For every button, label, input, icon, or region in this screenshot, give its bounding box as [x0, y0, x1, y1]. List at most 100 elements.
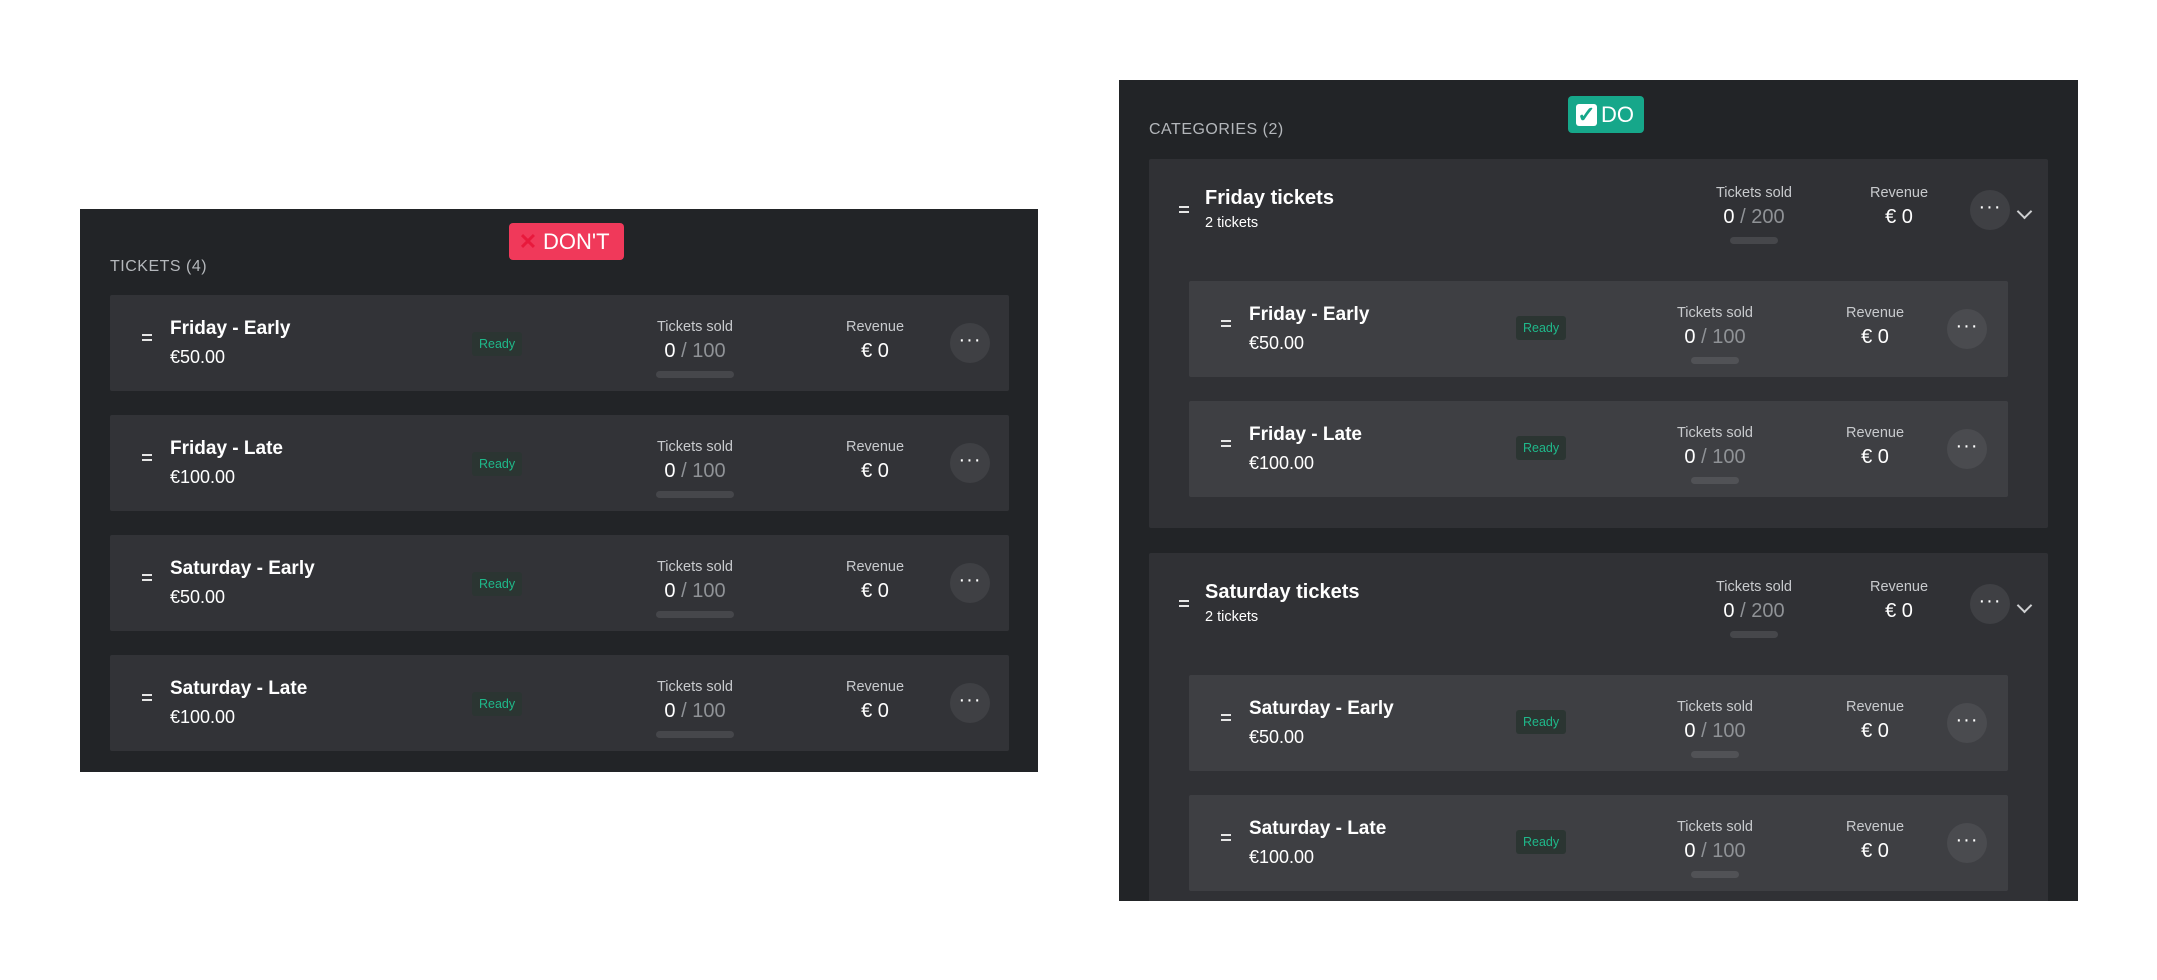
tickets-sold-metric: Tickets sold 0 / 100 [1650, 305, 1780, 364]
drag-handle-icon[interactable] [1179, 203, 1190, 215]
revenue-value: € 0 [861, 340, 889, 362]
ticket-name: Saturday - Early [170, 558, 315, 579]
tickets-total-value: 100 [1712, 720, 1746, 742]
sales-progress-bar [1691, 871, 1739, 878]
category-name: Friday tickets [1205, 187, 1334, 209]
cross-icon: ✕ [518, 228, 538, 254]
ticket-price: €50.00 [170, 347, 226, 367]
revenue-metric: Revenue € 0 [1830, 819, 1920, 863]
tickets-sold-value: 0 [1684, 720, 1696, 742]
ticket-row[interactable]: Friday - Early €50.00 Ready Tickets sold… [110, 295, 1009, 391]
status-badge: Ready [1516, 710, 1567, 734]
ticket-row[interactable]: Saturday - Late €100.00 Ready Tickets so… [110, 655, 1009, 751]
tickets-sold-separator: / [1740, 206, 1746, 228]
more-options-button[interactable]: ··· [950, 683, 990, 723]
tickets-sold-metric: Tickets sold 0 / 100 [630, 559, 760, 618]
more-options-button[interactable]: ··· [1947, 703, 1987, 743]
more-options-button[interactable]: ··· [1947, 309, 1987, 349]
category-group: Friday tickets 2 tickets Tickets sold 0 … [1149, 159, 2048, 528]
revenue-label: Revenue [1845, 699, 1905, 715]
tickets-sold-value: 0 [1723, 206, 1735, 228]
revenue-label: Revenue [1845, 305, 1905, 321]
ticket-name: Friday - Late [1249, 424, 1362, 445]
status-badge: Ready [472, 692, 523, 716]
chevron-down-icon[interactable] [2016, 203, 2033, 220]
tickets-sold-value: 0 [1723, 600, 1735, 622]
revenue-label: Revenue [1845, 819, 1905, 835]
tickets-total-value: 200 [1751, 600, 1785, 622]
more-options-button[interactable]: ··· [950, 563, 990, 603]
tickets-sold-separator: / [1701, 326, 1707, 348]
ticket-name: Saturday - Late [170, 678, 308, 699]
ticket-row[interactable]: Friday - Early €50.00 Ready Tickets sold… [1189, 281, 2008, 377]
tickets-sold-label: Tickets sold [656, 319, 733, 335]
ticket-row[interactable]: Saturday - Late €100.00 Ready Tickets so… [1189, 795, 2008, 891]
checkmark-icon: ✓ [1576, 101, 1597, 127]
tickets-sold-separator: / [681, 340, 687, 362]
ticket-row[interactable]: Saturday - Early €50.00 Ready Tickets so… [110, 535, 1009, 631]
chevron-down-icon[interactable] [2016, 597, 2033, 614]
ticket-row[interactable]: Friday - Late €100.00 Ready Tickets sold… [110, 415, 1009, 511]
tickets-sold-metric: Tickets sold 0 / 100 [1650, 699, 1780, 758]
ticket-price: €50.00 [1249, 727, 1305, 747]
category-ticket-count: 2 tickets [1205, 609, 1259, 625]
revenue-value: € 0 [861, 700, 889, 722]
drag-handle-icon[interactable] [1221, 711, 1232, 723]
tickets-sold-separator: / [1740, 600, 1746, 622]
more-options-button[interactable]: ··· [1947, 823, 1987, 863]
revenue-label: Revenue [1869, 185, 1929, 201]
ticket-row[interactable]: Saturday - Early €50.00 Ready Tickets so… [1189, 675, 2008, 771]
tickets-total-value: 100 [692, 460, 726, 482]
revenue-metric: Revenue € 0 [830, 439, 920, 483]
tickets-total-value: 100 [1712, 840, 1746, 862]
drag-handle-icon[interactable] [1221, 437, 1232, 449]
tickets-total-value: 200 [1751, 206, 1785, 228]
sales-progress-bar [656, 371, 734, 378]
sales-progress-bar [1730, 237, 1778, 244]
sales-progress-bar [656, 731, 734, 738]
ticket-price: €50.00 [170, 587, 226, 607]
revenue-value: € 0 [1885, 206, 1913, 228]
more-options-button[interactable]: ··· [1970, 190, 2010, 230]
tickets-sold-label: Tickets sold [1715, 185, 1792, 201]
tickets-sold-value: 0 [1684, 446, 1696, 468]
do-badge: ✓ DO [1568, 96, 1644, 133]
tickets-sold-label: Tickets sold [1676, 819, 1753, 835]
do-badge-label: DO [1601, 101, 1634, 127]
drag-handle-icon[interactable] [1179, 597, 1190, 609]
tickets-sold-metric: Tickets sold 0 / 100 [630, 439, 760, 498]
tickets-sold-value: 0 [664, 340, 676, 362]
revenue-value: € 0 [1885, 600, 1913, 622]
category-name: Saturday tickets [1205, 581, 1360, 603]
drag-handle-icon[interactable] [1221, 831, 1232, 843]
dont-badge: ✕ DON'T [509, 223, 624, 260]
sales-progress-bar [656, 611, 734, 618]
drag-handle-icon[interactable] [142, 691, 153, 703]
do-example-panel: ✓ DO CATEGORIES (2) Friday tickets 2 tic… [1119, 80, 2078, 901]
more-options-button[interactable]: ··· [1947, 429, 1987, 469]
revenue-metric: Revenue € 0 [830, 559, 920, 603]
revenue-label: Revenue [1845, 425, 1905, 441]
drag-handle-icon[interactable] [1221, 317, 1232, 329]
tickets-sold-label: Tickets sold [1676, 699, 1753, 715]
tickets-sold-label: Tickets sold [1676, 305, 1753, 321]
tickets-sold-label: Tickets sold [1715, 579, 1792, 595]
sales-progress-bar [1691, 477, 1739, 484]
more-options-button[interactable]: ··· [950, 323, 990, 363]
status-badge: Ready [1516, 436, 1567, 460]
drag-handle-icon[interactable] [142, 331, 153, 343]
more-options-button[interactable]: ··· [1970, 584, 2010, 624]
revenue-metric: Revenue € 0 [1830, 305, 1920, 349]
revenue-value: € 0 [1861, 446, 1889, 468]
more-options-button[interactable]: ··· [950, 443, 990, 483]
tickets-sold-label: Tickets sold [656, 439, 733, 455]
drag-handle-icon[interactable] [142, 571, 153, 583]
tickets-sold-metric: Tickets sold 0 / 200 [1689, 579, 1819, 638]
tickets-section-title: TICKETS (4) [110, 258, 208, 275]
tickets-sold-label: Tickets sold [656, 679, 733, 695]
status-badge: Ready [1516, 316, 1567, 340]
status-badge: Ready [472, 332, 523, 356]
drag-handle-icon[interactable] [142, 451, 153, 463]
sales-progress-bar [1730, 631, 1778, 638]
ticket-row[interactable]: Friday - Late €100.00 Ready Tickets sold… [1189, 401, 2008, 497]
